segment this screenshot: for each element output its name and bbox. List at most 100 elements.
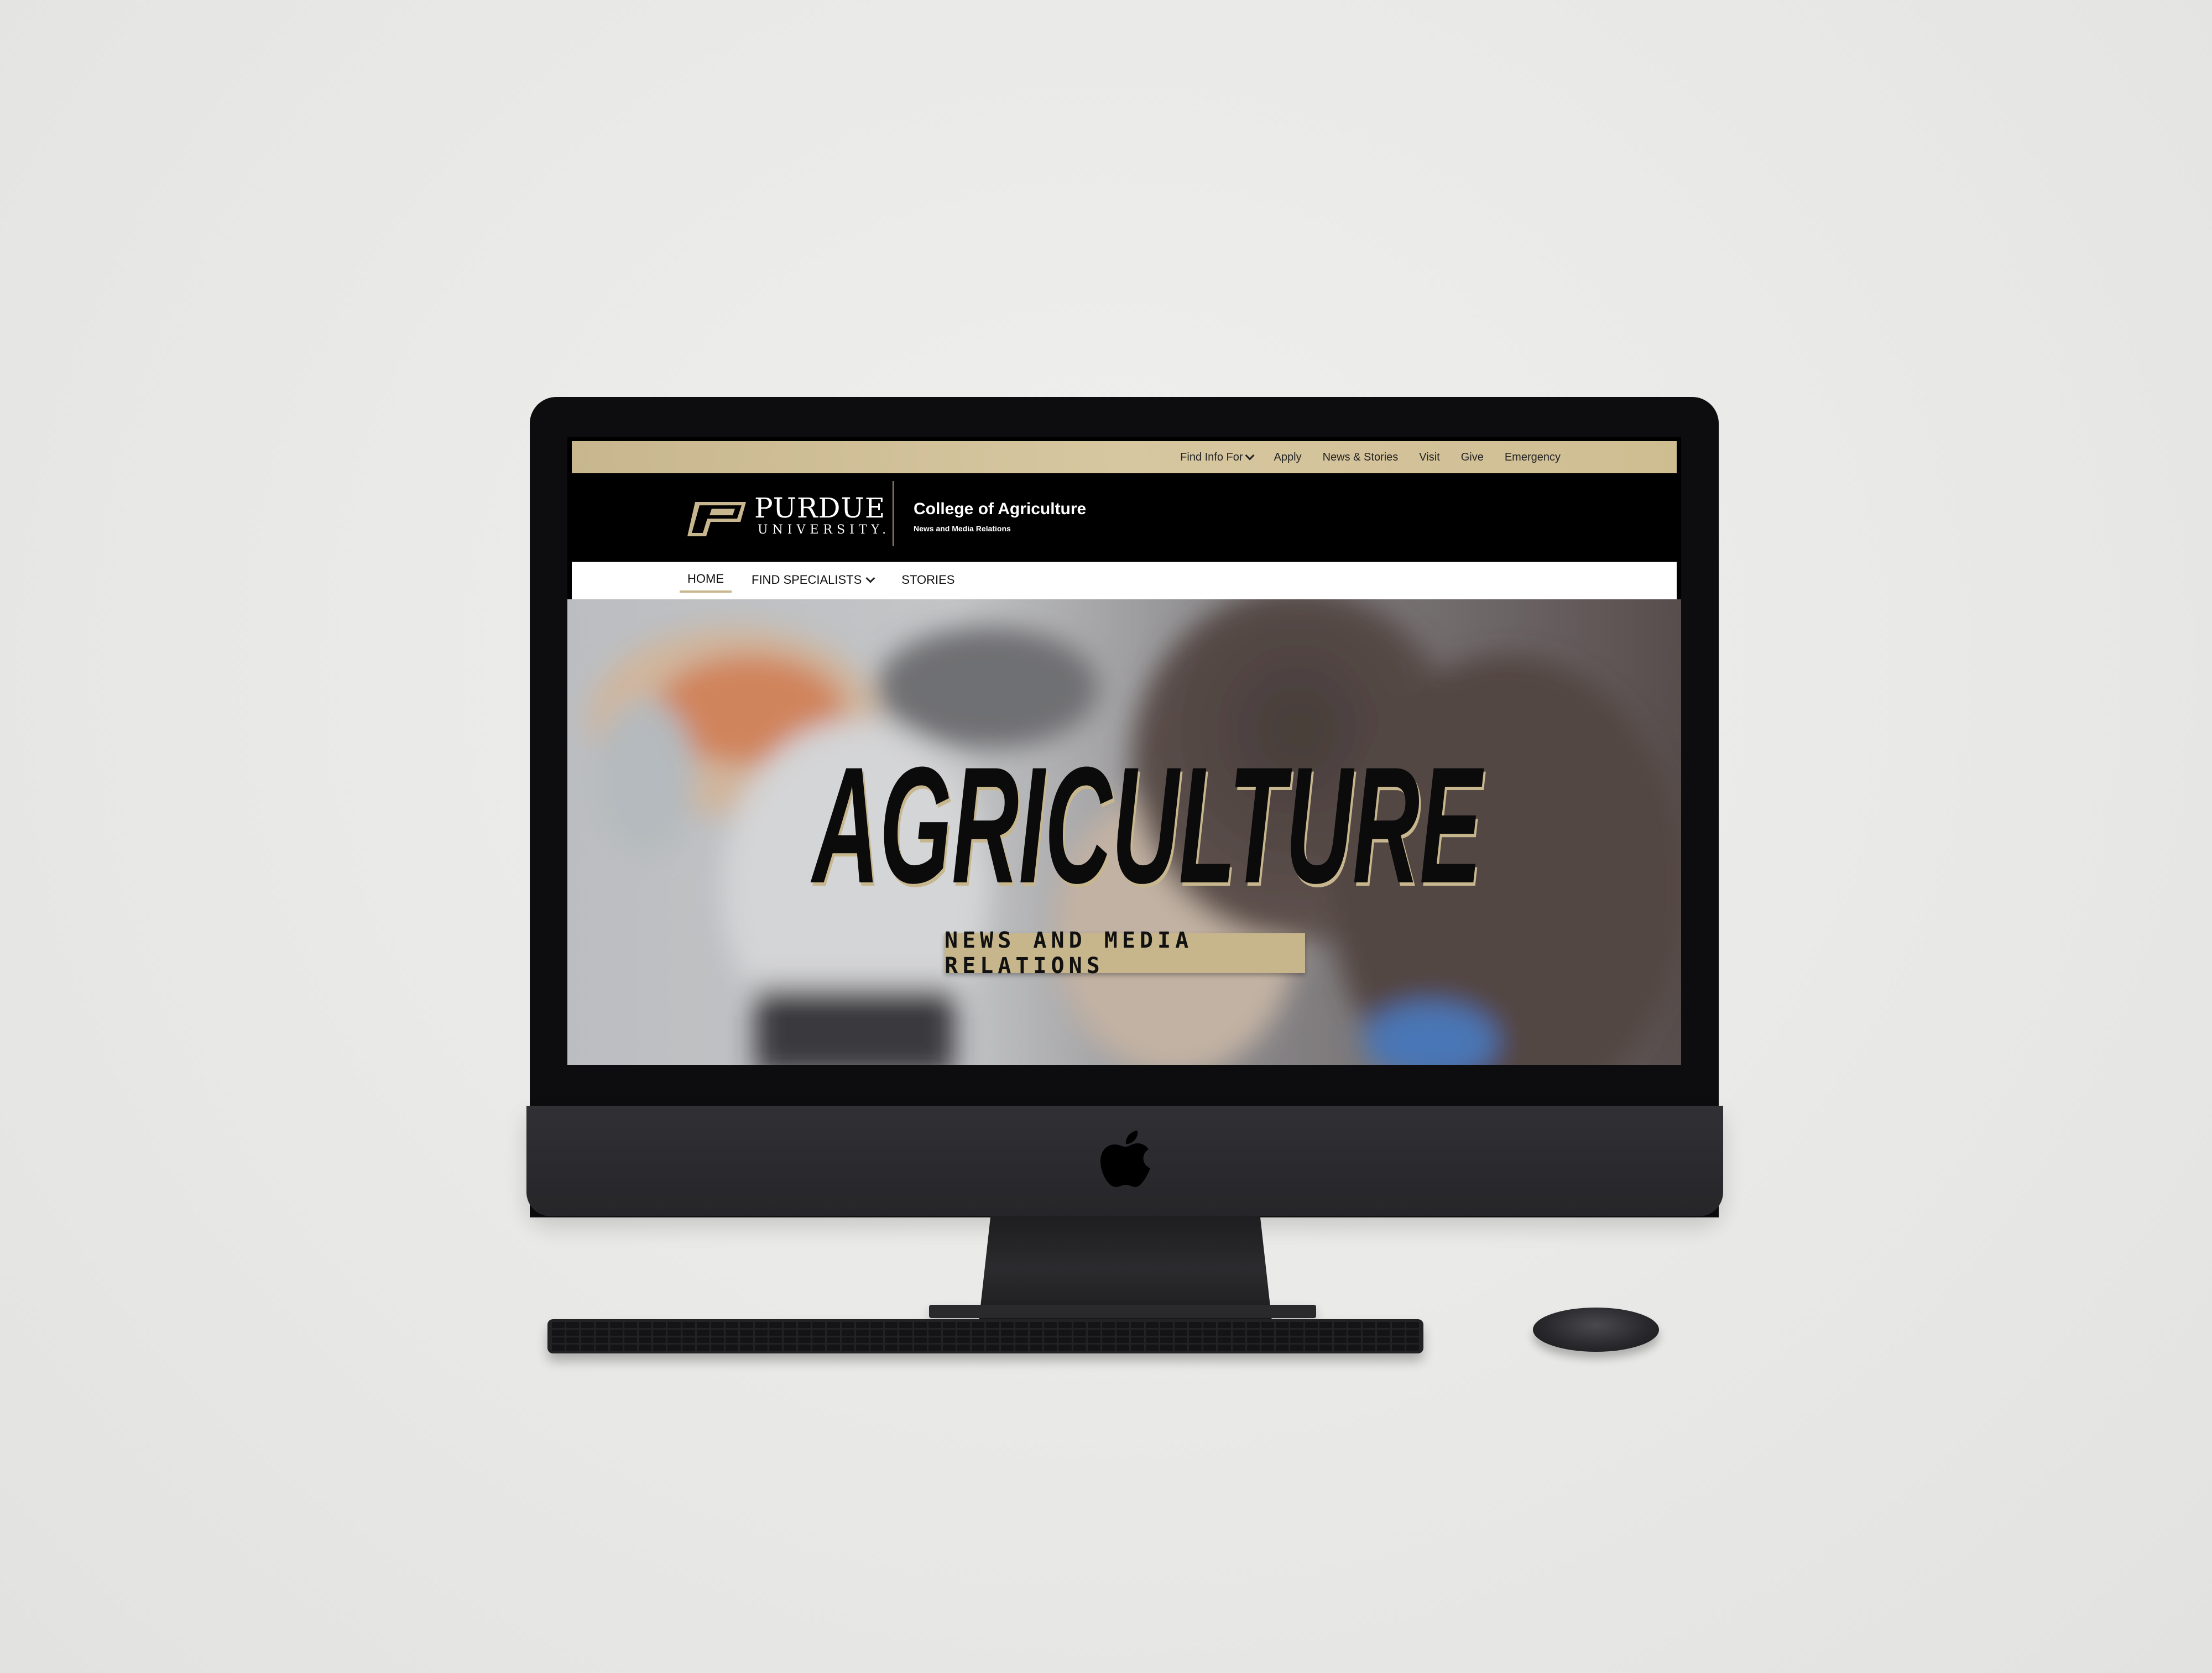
keyboard-key: [1058, 1329, 1072, 1336]
keyboard-key: [827, 1329, 840, 1336]
give-link[interactable]: Give: [1461, 451, 1484, 464]
keyboard-key: [1290, 1337, 1303, 1343]
keyboard-key: [1000, 1322, 1014, 1328]
keyboard-key: [885, 1329, 898, 1336]
keyboard-key: [942, 1337, 956, 1343]
college-title[interactable]: College of Agriculture: [914, 500, 1086, 519]
keyboard-key: [1102, 1329, 1115, 1336]
keyboard-key: [667, 1329, 681, 1336]
keyboard-key: [1174, 1345, 1188, 1351]
keyboard-key: [1117, 1322, 1130, 1328]
keyboard-key: [552, 1329, 565, 1336]
monitor-stand-foot: [929, 1305, 1316, 1318]
keyboard-key: [870, 1345, 884, 1351]
keyboard-key: [1117, 1345, 1130, 1351]
keyboard-key: [740, 1329, 753, 1336]
keyboard-key: [957, 1345, 971, 1351]
keyboard-key: [914, 1329, 927, 1336]
purdue-p-logo[interactable]: [685, 500, 752, 539]
header-divider: [893, 481, 894, 546]
keyboard-key: [942, 1322, 956, 1328]
keyboard-key: [1305, 1337, 1318, 1343]
keyboard-key: [928, 1322, 941, 1328]
keyboard-key: [581, 1337, 594, 1343]
keyboard-key: [812, 1322, 826, 1328]
keyboard-key: [1044, 1322, 1057, 1328]
keyboard-key: [841, 1322, 854, 1328]
keyboard-key: [1160, 1329, 1173, 1336]
keyboard-key: [1218, 1322, 1231, 1328]
keyboard-key: [812, 1345, 826, 1351]
keyboard-key: [1290, 1345, 1303, 1351]
keyboard-key: [667, 1322, 681, 1328]
keyboard-key: [942, 1345, 956, 1351]
keyboard-key: [986, 1322, 999, 1328]
keyboard-key: [841, 1329, 854, 1336]
keyboard-key: [1145, 1329, 1159, 1336]
keyboard-key: [1276, 1322, 1289, 1328]
keyboard-key: [581, 1329, 594, 1336]
find-info-dropdown[interactable]: Find Info For: [1180, 451, 1255, 464]
keyboard-key: [1174, 1337, 1188, 1343]
keyboard-key: [1203, 1337, 1217, 1343]
keyboard-key: [595, 1329, 608, 1336]
emergency-link[interactable]: Emergency: [1505, 451, 1561, 464]
keyboard-key: [870, 1322, 884, 1328]
visit-link[interactable]: Visit: [1419, 451, 1439, 464]
keyboard-key: [653, 1322, 666, 1328]
keyboard-key: [1189, 1322, 1202, 1328]
keyboard-key: [855, 1322, 869, 1328]
keyboard-key: [769, 1329, 782, 1336]
keyboard-key: [740, 1345, 753, 1351]
keyboard-key: [639, 1345, 652, 1351]
keyboard-key: [740, 1337, 753, 1343]
keyboard-key: [566, 1322, 580, 1328]
keyboard-key: [1391, 1329, 1405, 1336]
nav-find-specialists[interactable]: FIND SPECIALISTS: [744, 569, 881, 592]
keyboard-key: [1189, 1337, 1202, 1343]
nav-stories[interactable]: STORIES: [894, 569, 962, 592]
keyboard-key: [1218, 1329, 1231, 1336]
keyboard-key: [1189, 1329, 1202, 1336]
keyboard-key: [682, 1345, 695, 1351]
keyboard-key: [1015, 1337, 1029, 1343]
keyboard-key: [899, 1329, 912, 1336]
keyboard-key: [1276, 1345, 1289, 1351]
keyboard-key: [928, 1329, 941, 1336]
site-header: PURDUE UNIVERSITY. College of Agricultur…: [572, 473, 1677, 562]
keyboard-key: [1160, 1337, 1173, 1343]
keyboard-key: [1218, 1345, 1231, 1351]
main-nav: HOME FIND SPECIALISTS STORIES: [572, 562, 1677, 599]
keyboard-key: [1246, 1345, 1260, 1351]
keyboard-key: [1218, 1337, 1231, 1343]
keyboard-key: [928, 1337, 941, 1343]
news-stories-link[interactable]: News & Stories: [1323, 451, 1399, 464]
keyboard-key: [1058, 1337, 1072, 1343]
keyboard-key: [1319, 1345, 1332, 1351]
keyboard-key: [1058, 1345, 1072, 1351]
keyboard-key: [682, 1337, 695, 1343]
keyboard-key: [942, 1329, 956, 1336]
keyboard-key: [1030, 1345, 1043, 1351]
keyboard-key: [1117, 1329, 1130, 1336]
keyboard-key: [1319, 1322, 1332, 1328]
find-info-label: Find Info For: [1180, 451, 1243, 463]
keyboard-key: [870, 1329, 884, 1336]
keyboard-key: [855, 1329, 869, 1336]
keyboard-key: [1044, 1345, 1057, 1351]
keyboard-key: [754, 1337, 768, 1343]
keyboard-key: [1174, 1329, 1188, 1336]
keyboard-key: [1073, 1329, 1086, 1336]
keyboard-key: [1319, 1329, 1332, 1336]
utility-bar: Find Info For Apply News & Stories Visit…: [572, 441, 1677, 473]
keyboard-key: [595, 1337, 608, 1343]
keyboard-key: [827, 1337, 840, 1343]
keyboard-key: [1276, 1329, 1289, 1336]
nav-home[interactable]: HOME: [680, 568, 732, 593]
keyboard-key: [1131, 1337, 1144, 1343]
apply-link[interactable]: Apply: [1274, 451, 1302, 464]
keyboard-key: [1044, 1329, 1057, 1336]
keyboard-key: [639, 1322, 652, 1328]
keyboard-key: [1406, 1322, 1419, 1328]
keyboard-key: [726, 1329, 739, 1336]
